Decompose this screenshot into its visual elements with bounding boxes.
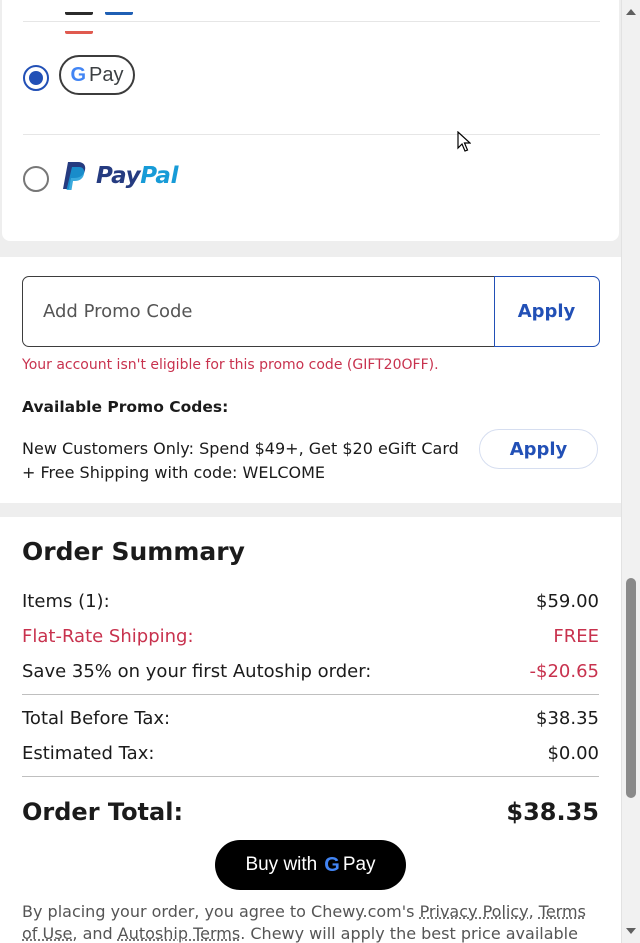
legal-text-part: By placing your order, you agree to Chew… <box>22 902 420 921</box>
promo-card: Apply Your account isn't eligible for th… <box>0 257 621 503</box>
autoship-terms-link[interactable]: Autoship Terms <box>118 924 240 943</box>
available-promo-description: New Customers Only: Spend $49+, Get $20 … <box>22 439 459 482</box>
buy-with-google-pay-button[interactable]: Buy with G Pay <box>215 840 406 890</box>
google-g-icon: G <box>70 63 87 86</box>
summary-row-total-before-tax: Total Before Tax: $38.35 <box>22 708 599 729</box>
paypal-logo[interactable]: PayPal <box>62 160 178 192</box>
card-logos-partial <box>65 0 175 34</box>
summary-value: $38.35 <box>536 708 599 729</box>
summary-label: Save 35% on your first Autoship order: <box>22 661 372 682</box>
vertical-scrollbar[interactable] <box>621 0 640 943</box>
paypal-p-icon <box>63 162 86 190</box>
privacy-policy-link[interactable]: Privacy Policy <box>420 902 529 921</box>
legal-text-part: , and <box>72 924 118 943</box>
summary-row-shipping: Flat-Rate Shipping: FREE <box>22 626 599 647</box>
summary-value: $59.00 <box>536 591 599 612</box>
scroll-up-arrow-icon[interactable] <box>626 9 636 15</box>
summary-row-items: Items (1): $59.00 <box>22 591 599 612</box>
paypal-wordmark: PayPal <box>96 163 179 189</box>
order-total-value: $38.35 <box>506 798 599 826</box>
summary-divider <box>22 776 599 777</box>
buy-with-text: Buy with <box>245 854 318 875</box>
checkout-page: G Pay PayPal Apply Your account isn't el… <box>0 0 621 943</box>
summary-label: Items (1): <box>22 591 110 612</box>
summary-label: Total Before Tax: <box>22 708 171 729</box>
google-g-icon: G <box>324 853 340 876</box>
buy-pay-text: Pay <box>342 854 376 875</box>
summary-divider <box>22 694 599 695</box>
promo-error-message: Your account isn't eligible for this pro… <box>22 357 439 373</box>
summary-value: -$20.65 <box>529 661 599 682</box>
divider <box>23 134 600 135</box>
promo-apply-button[interactable]: Apply <box>493 275 600 347</box>
summary-label: Flat-Rate Shipping: <box>22 626 194 647</box>
order-summary-card: Order Summary Items (1): $59.00 Flat-Rat… <box>0 517 621 943</box>
google-pay-text: Pay <box>89 63 124 86</box>
scroll-down-arrow-icon[interactable] <box>626 928 636 934</box>
legal-text-part: , <box>528 902 539 921</box>
summary-value: FREE <box>553 626 599 647</box>
promo-code-input[interactable] <box>23 277 493 346</box>
promo-code-field: Apply <box>22 275 600 347</box>
order-total-label: Order Total: <box>22 798 184 826</box>
available-promo-apply-button[interactable]: Apply <box>479 429 598 469</box>
legal-text-part: . Chewy will apply the best price availa… <box>240 924 578 943</box>
order-total-row: Order Total: $38.35 <box>22 798 599 826</box>
mouse-cursor-icon <box>457 131 471 152</box>
summary-row-autoship-savings: Save 35% on your first Autoship order: -… <box>22 661 599 682</box>
divider <box>23 21 600 22</box>
summary-value: $0.00 <box>547 743 599 764</box>
summary-row-estimated-tax: Estimated Tax: $0.00 <box>22 743 599 764</box>
legal-text: By placing your order, you agree to Chew… <box>22 901 597 943</box>
available-promo-codes-label: Available Promo Codes: <box>22 398 229 416</box>
paypal-radio[interactable] <box>23 166 49 192</box>
summary-label: Estimated Tax: <box>22 743 155 764</box>
google-pay-logo[interactable]: G Pay <box>59 55 135 95</box>
payment-methods-card: G Pay PayPal <box>2 0 619 241</box>
scrollbar-thumb[interactable] <box>626 578 636 798</box>
google-pay-radio[interactable] <box>23 65 49 91</box>
order-summary-title: Order Summary <box>22 537 245 566</box>
